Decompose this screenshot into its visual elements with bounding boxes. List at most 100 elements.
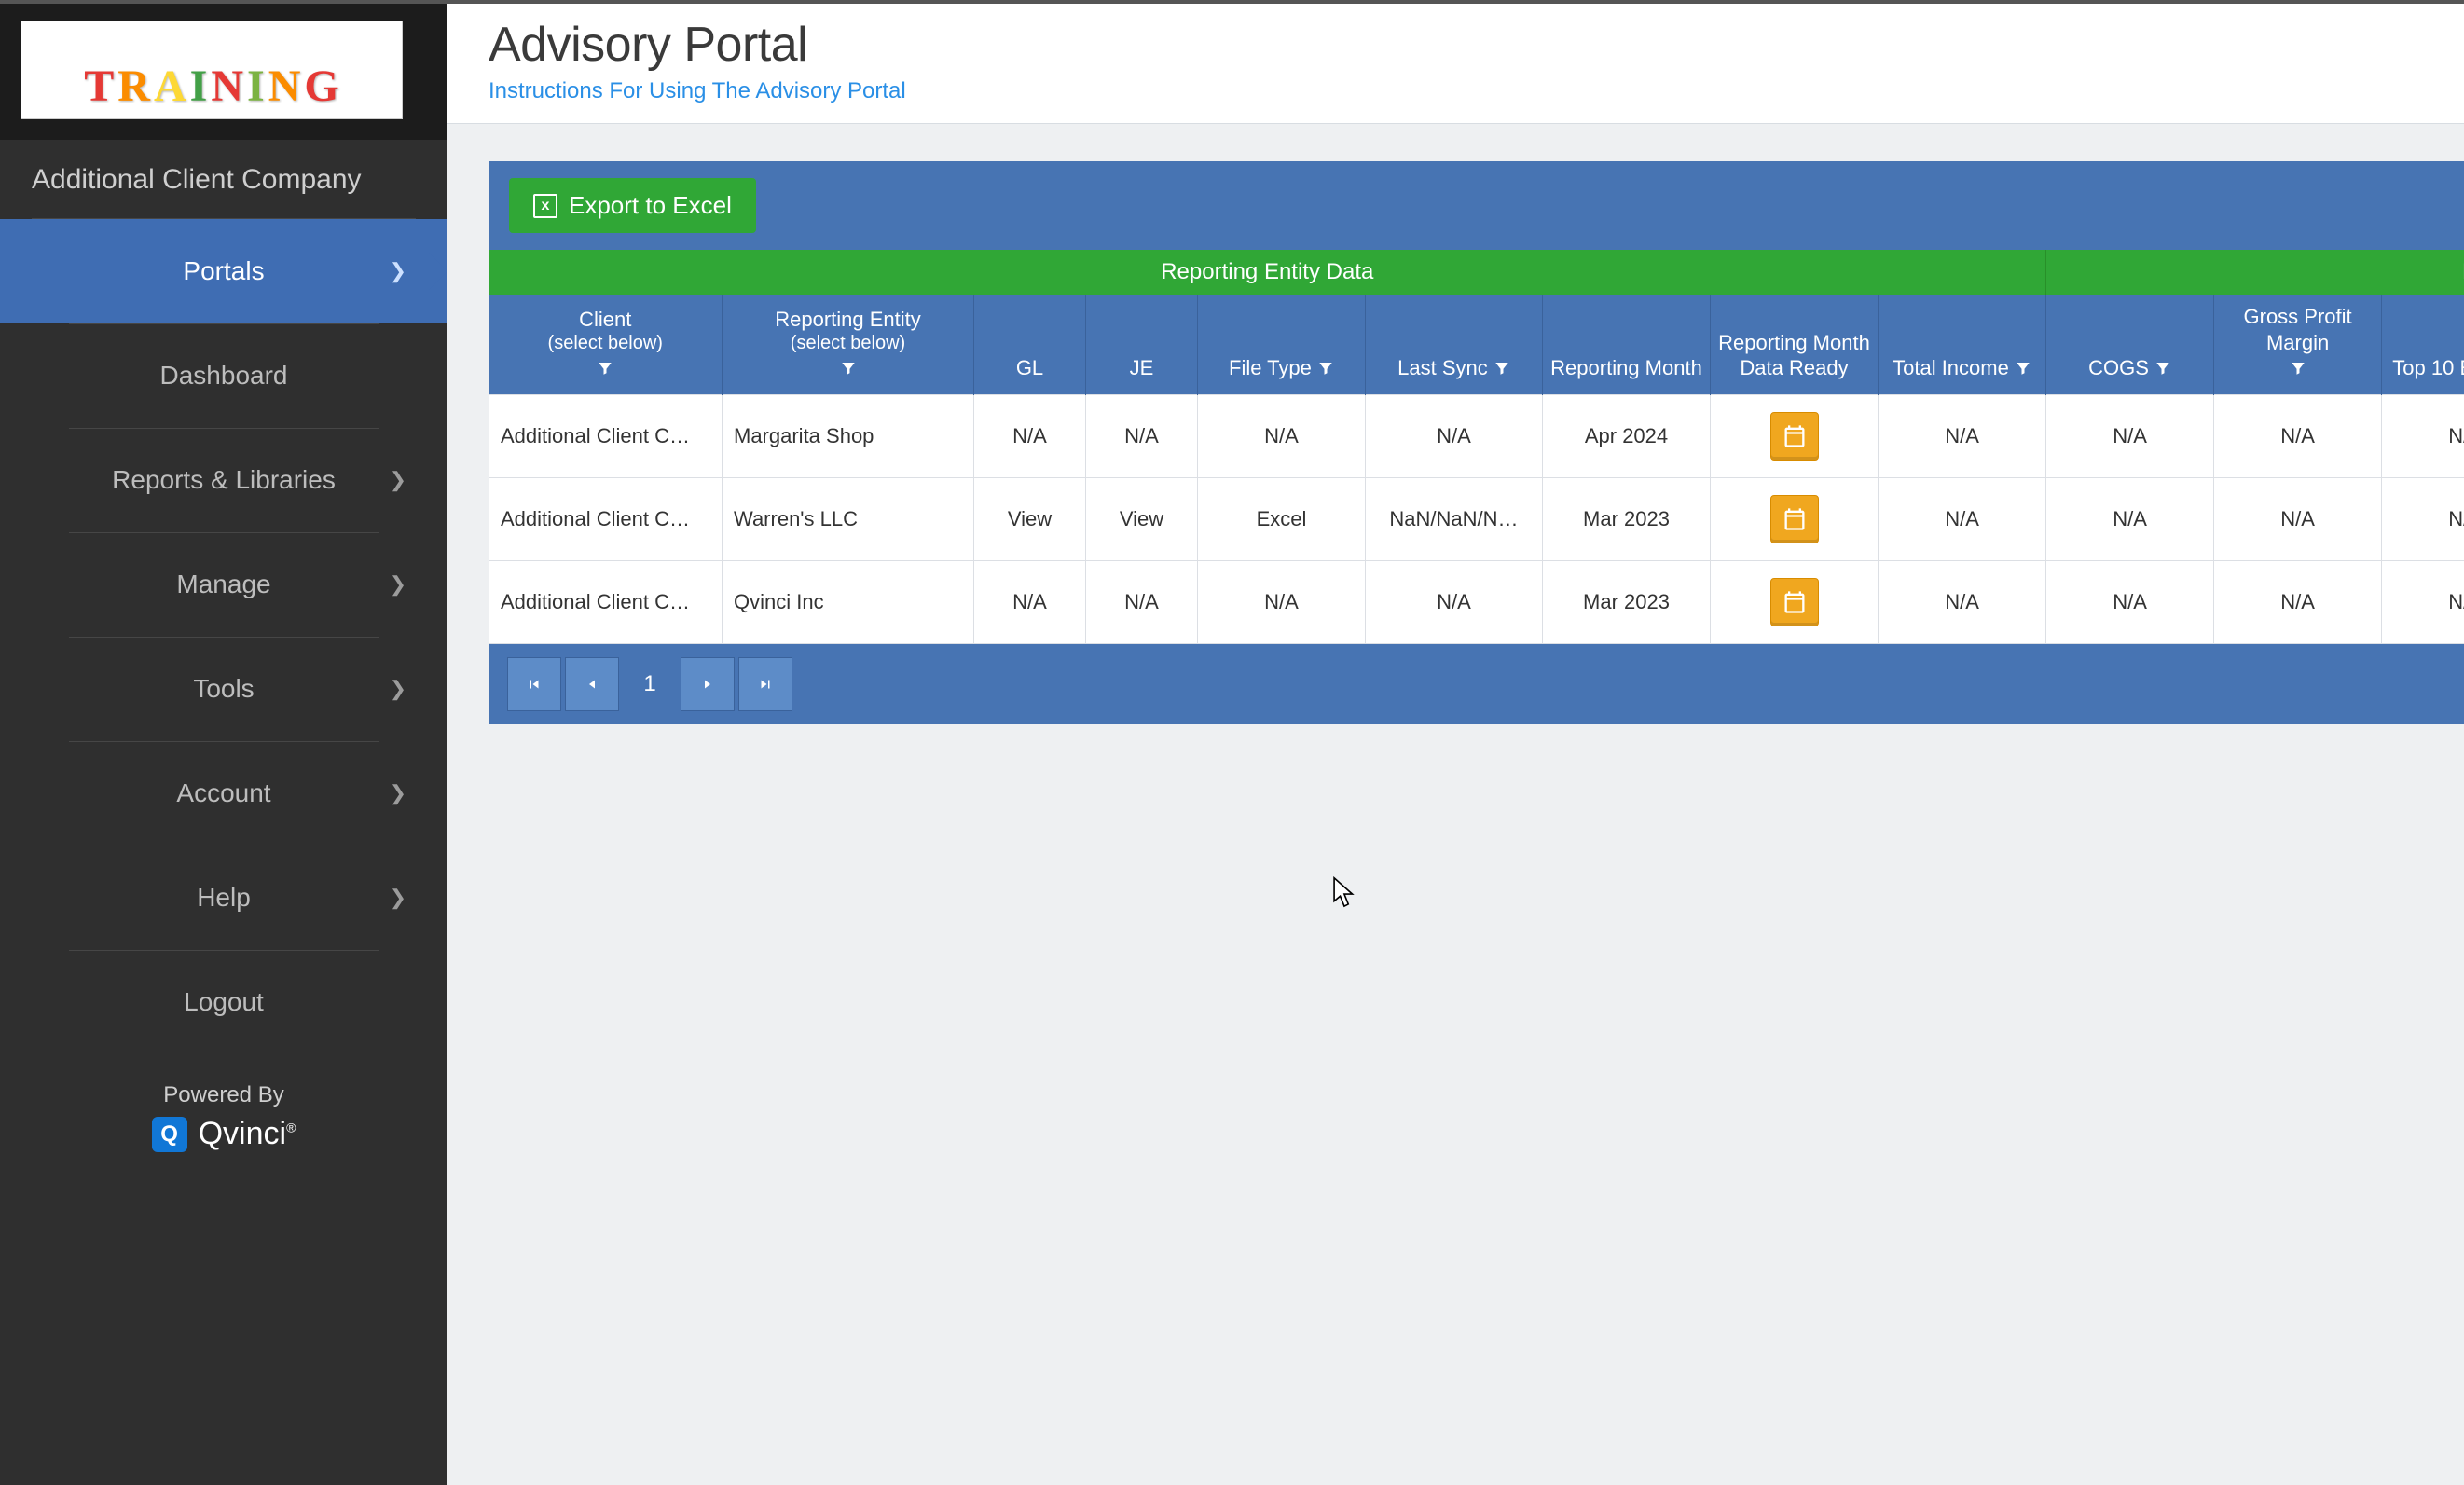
filter-icon[interactable]: [2015, 357, 2031, 383]
column-header[interactable]: GL: [974, 295, 1086, 394]
column-group: Reporting Entity Data: [489, 250, 2046, 295]
qvinci-text: Qvinci®: [199, 1116, 296, 1152]
column-header[interactable]: File Type: [1198, 295, 1366, 394]
cell: N/A: [2046, 394, 2214, 477]
cell: Margarita Shop: [723, 394, 974, 477]
cell: N/A: [1198, 394, 1366, 477]
calendar-button[interactable]: [1770, 578, 1819, 626]
sidebar-item-label: Manage: [176, 570, 270, 599]
cell: N/A: [2214, 477, 2382, 560]
column-header[interactable]: Client(select below): [489, 295, 723, 394]
filter-icon[interactable]: [1494, 357, 1510, 383]
column-header[interactable]: Gross Profit Margin: [2214, 295, 2382, 394]
grid-scroll[interactable]: Reporting Entity DataProfit & Loss Clien…: [489, 250, 2464, 644]
cell: N/A: [1366, 394, 1543, 477]
sidebar-item-manage[interactable]: Manage ❯: [0, 532, 447, 637]
column-label: Last Sync: [1397, 355, 1488, 381]
column-header[interactable]: Top 10 Expen…: [2382, 295, 2464, 394]
sidebar-item-label: Help: [197, 883, 251, 913]
column-label: Reporting Month: [1550, 355, 1702, 381]
page-title: Advisory Portal: [489, 17, 2423, 73]
qvinci-icon: Q: [152, 1117, 187, 1152]
column-label: Reporting Month Data Ready: [1718, 330, 1870, 381]
column-header[interactable]: Last Sync: [1366, 295, 1543, 394]
cell[interactable]: View: [1086, 477, 1198, 560]
cell: Excel: [1198, 477, 1366, 560]
pager-first-button[interactable]: [507, 657, 561, 711]
grid-toolbar: x Export to Excel: [489, 161, 2464, 250]
filter-icon[interactable]: [597, 357, 613, 383]
cell: N/A: [1366, 560, 1543, 643]
cell: [1711, 477, 1879, 560]
cell: Mar 2023: [1543, 560, 1711, 643]
grid-panel: x Export to Excel Reporting Entity DataP…: [489, 161, 2464, 724]
column-header[interactable]: JE: [1086, 295, 1198, 394]
cell: N/A: [2382, 560, 2464, 643]
export-label: Export to Excel: [569, 191, 732, 220]
column-header-row: Client(select below) Reporting Entity(se…: [489, 295, 2464, 394]
cell: N/A: [2046, 477, 2214, 560]
chevron-right-icon: ❯: [390, 886, 406, 910]
cell: Additional Client C…: [489, 560, 723, 643]
sidebar-item-tools[interactable]: Tools❯: [0, 637, 447, 741]
cell: N/A: [1879, 477, 2046, 560]
chevron-right-icon: ❯: [390, 572, 406, 597]
column-header[interactable]: COGS: [2046, 295, 2214, 394]
cell: Warren's LLC: [723, 477, 974, 560]
cell: Qvinci Inc: [723, 560, 974, 643]
filter-icon[interactable]: [2290, 357, 2306, 383]
column-label: Total Income: [1893, 355, 2009, 381]
filter-icon[interactable]: [1317, 357, 1334, 383]
sidebar-item-dashboard[interactable]: Dashboard: [0, 323, 447, 428]
cell: N/A: [1879, 560, 2046, 643]
pager-next-button[interactable]: [681, 657, 735, 711]
cell: N/A: [1086, 560, 1198, 643]
sidebar-nav: Portals❯DashboardReports & Libraries❯Man…: [0, 219, 447, 1054]
column-header[interactable]: Reporting Month Data Ready: [1711, 295, 1879, 394]
instructions-link[interactable]: Instructions For Using The Advisory Port…: [489, 78, 906, 103]
qvinci-brand: Q Qvinci®: [152, 1116, 296, 1152]
column-label: GL: [1016, 355, 1043, 381]
column-label: Top 10 Expen…: [2392, 355, 2464, 381]
calendar-button[interactable]: [1770, 412, 1819, 461]
sidebar-item-label: Reports & Libraries: [112, 465, 336, 495]
table-row: Additional Client C…Margarita ShopN/AN/A…: [489, 394, 2464, 477]
filter-icon[interactable]: [2154, 357, 2171, 383]
pager-prev-button[interactable]: [565, 657, 619, 711]
chevron-right-icon: ❯: [390, 259, 406, 283]
column-header[interactable]: Reporting Month: [1543, 295, 1711, 394]
sidebar-item-label: Tools: [193, 674, 254, 704]
data-grid: Reporting Entity DataProfit & Loss Clien…: [489, 250, 2464, 644]
sidebar-item-logout[interactable]: Logout: [0, 950, 447, 1054]
column-header[interactable]: Total Income: [1879, 295, 2046, 394]
pager: 1: [489, 644, 2464, 724]
cell: N/A: [974, 560, 1086, 643]
column-label: Reporting Entity: [775, 307, 921, 333]
cell: Apr 2024: [1543, 394, 1711, 477]
column-header[interactable]: Reporting Entity(select below): [723, 295, 974, 394]
cell: [1711, 560, 1879, 643]
sidebar: TRAINING Additional Client Company Porta…: [0, 0, 447, 1485]
sidebar-item-reports-libraries[interactable]: Reports & Libraries❯: [0, 428, 447, 532]
filter-icon[interactable]: [840, 357, 857, 383]
cell: N/A: [1086, 394, 1198, 477]
cell: Additional Client C…: [489, 477, 723, 560]
column-label: Gross Profit Margin: [2222, 304, 2374, 355]
content: x Export to Excel Reporting Entity DataP…: [447, 124, 2464, 724]
chevron-right-icon: ❯: [390, 781, 406, 805]
cell: NaN/NaN/N…: [1366, 477, 1543, 560]
cell: N/A: [2046, 560, 2214, 643]
table-row: Additional Client C…Qvinci IncN/AN/AN/AN…: [489, 560, 2464, 643]
pager-last-button[interactable]: [738, 657, 792, 711]
cell: [1711, 394, 1879, 477]
main: Advisory Portal Instructions For Using T…: [447, 0, 2464, 1485]
sidebar-item-help[interactable]: Help ❯: [0, 846, 447, 950]
column-label: JE: [1130, 355, 1154, 381]
sidebar-item-account[interactable]: Account❯: [0, 741, 447, 846]
calendar-button[interactable]: [1770, 495, 1819, 543]
cell[interactable]: View: [974, 477, 1086, 560]
sidebar-item-portals[interactable]: Portals❯: [0, 219, 447, 323]
cell: Mar 2023: [1543, 477, 1711, 560]
export-excel-button[interactable]: x Export to Excel: [509, 178, 756, 233]
column-group-row: Reporting Entity DataProfit & Loss: [489, 250, 2464, 295]
